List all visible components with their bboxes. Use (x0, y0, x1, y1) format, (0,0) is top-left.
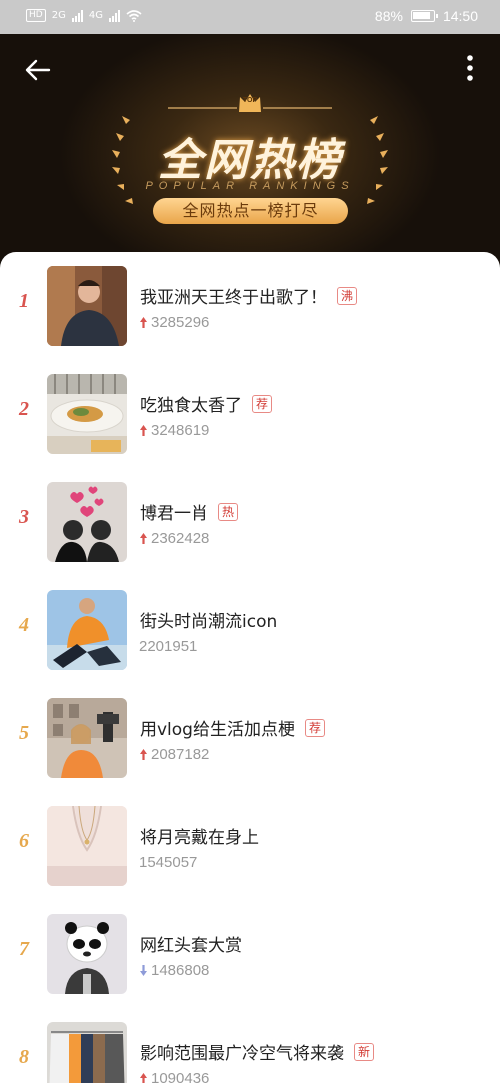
rank-number: 4 (19, 614, 29, 636)
thumbnail-image (47, 590, 127, 670)
item-tag-badge: 荐 (304, 718, 325, 737)
item-stats: 1486808 (139, 962, 209, 979)
hd-badge: HD (26, 9, 46, 22)
item-stats: 2087182 (139, 746, 209, 763)
item-tag-badge: 沸 (337, 286, 358, 305)
back-arrow-icon[interactable] (22, 54, 54, 86)
trend-up-icon (140, 317, 147, 328)
rank-number: 6 (19, 830, 29, 852)
thumbnail-image (47, 374, 127, 454)
wifi-icon (126, 9, 142, 22)
item-stats: 1090436 (139, 1070, 209, 1083)
rank-number: 7 (19, 938, 29, 960)
signal-icon (108, 9, 120, 22)
thumbnail-image (47, 266, 127, 346)
item-title: 影响范围最广冷空气将来袭 (140, 1044, 344, 1064)
list-item[interactable]: 3 博君一肖 热 2362428 (0, 468, 500, 576)
item-tag-badge: 热 (218, 502, 239, 521)
rank-number: 5 (19, 722, 29, 744)
list-item[interactable]: 5 用vlog给生活加点梗 荐 2087182 (0, 684, 500, 792)
header-banner: TOP 全网热榜 POPULAR RANKINGS 全网热点一榜打尽 (0, 34, 500, 274)
item-title-row: 将月亮戴在身上 (140, 823, 259, 848)
ranking-list: 1 我亚洲天王终于出歌了！ 沸 3285296 2 吃独食太香了 荐 32486… (0, 252, 500, 1083)
trend-up-icon (140, 533, 147, 544)
slogan-pill: 全网热点一榜打尽 (153, 198, 348, 224)
item-title-row: 影响范围最广冷空气将来袭 新 (140, 1039, 375, 1064)
more-options-icon[interactable] (466, 54, 474, 82)
battery-icon (410, 10, 438, 22)
item-title: 博君一肖 (140, 504, 208, 524)
item-title-row: 网红头套大赏 (140, 931, 242, 956)
item-stats: 2362428 (139, 530, 209, 547)
rank-number: 8 (19, 1046, 29, 1068)
item-title: 街头时尚潮流icon (140, 612, 278, 632)
ranking-crest: TOP 全网热榜 POPULAR RANKINGS 全网热点一榜打尽 (100, 86, 400, 236)
hot-count: 2087182 (151, 746, 210, 763)
hot-count: 2362428 (151, 530, 210, 547)
hot-count: 1090436 (151, 1070, 210, 1083)
hot-count: 3248619 (151, 422, 210, 439)
item-title: 用vlog给生活加点梗 (140, 720, 295, 740)
thumbnail-image (47, 1022, 127, 1083)
item-stats: 2201951 (139, 638, 197, 655)
rank-number: 1 (19, 290, 29, 312)
list-item[interactable]: 7 网红头套大赏 1486808 (0, 900, 500, 1008)
battery-percent: 88% (374, 8, 403, 24)
item-stats: 1545057 (139, 854, 197, 871)
list-item[interactable]: 1 我亚洲天王终于出歌了！ 沸 3285296 (0, 252, 500, 360)
signal-icon (71, 9, 83, 22)
trend-up-icon (140, 1073, 147, 1083)
page-subtitle: POPULAR RANKINGS (145, 180, 355, 192)
list-item[interactable]: 6 将月亮戴在身上 1545057 (0, 792, 500, 900)
thumbnail-image (47, 806, 127, 886)
item-stats: 3285296 (139, 314, 209, 331)
network-4g-label: 4G (88, 10, 103, 21)
item-tag-badge: 荐 (252, 394, 273, 413)
item-tag-badge: 新 (354, 1042, 375, 1061)
item-title: 将月亮戴在身上 (140, 828, 259, 848)
trend-down-icon (140, 965, 147, 976)
item-title-row: 博君一肖 热 (140, 499, 239, 524)
network-2g-label: 2G (51, 10, 66, 21)
hot-count: 1486808 (151, 962, 210, 979)
thumbnail-image (47, 482, 127, 562)
hot-count: 2201951 (139, 638, 198, 655)
trend-up-icon (140, 425, 147, 436)
list-item[interactable]: 4 街头时尚潮流icon 2201951 (0, 576, 500, 684)
item-title-row: 用vlog给生活加点梗 荐 (140, 715, 325, 740)
hot-count: 1545057 (139, 854, 198, 871)
status-right: 88% 14:50 (375, 8, 478, 24)
item-title-row: 吃独食太香了 荐 (140, 391, 273, 416)
trend-up-icon (140, 749, 147, 760)
rank-number: 2 (19, 398, 29, 420)
rank-number: 3 (19, 506, 29, 528)
thumbnail-image (47, 698, 127, 778)
top-badge-label: TOP (242, 97, 258, 104)
hot-count: 3285296 (151, 314, 210, 331)
item-title: 我亚洲天王终于出歌了！ (140, 288, 327, 308)
list-item[interactable]: 8 影响范围最广冷空气将来袭 新 1090436 (0, 1008, 500, 1083)
page-title: 全网热榜 (158, 135, 342, 186)
item-title: 吃独食太香了 (140, 396, 242, 416)
thumbnail-image (47, 914, 127, 994)
item-title: 网红头套大赏 (140, 936, 242, 956)
status-left: HD 2G 4G (26, 9, 142, 22)
item-title-row: 街头时尚潮流icon (140, 607, 277, 632)
item-title-row: 我亚洲天王终于出歌了！ 沸 (140, 283, 358, 308)
item-stats: 3248619 (139, 422, 209, 439)
list-item[interactable]: 2 吃独食太香了 荐 3248619 (0, 360, 500, 468)
clock: 14:50 (442, 8, 478, 24)
status-bar: HD 2G 4G 88% 14:50 (0, 0, 500, 34)
